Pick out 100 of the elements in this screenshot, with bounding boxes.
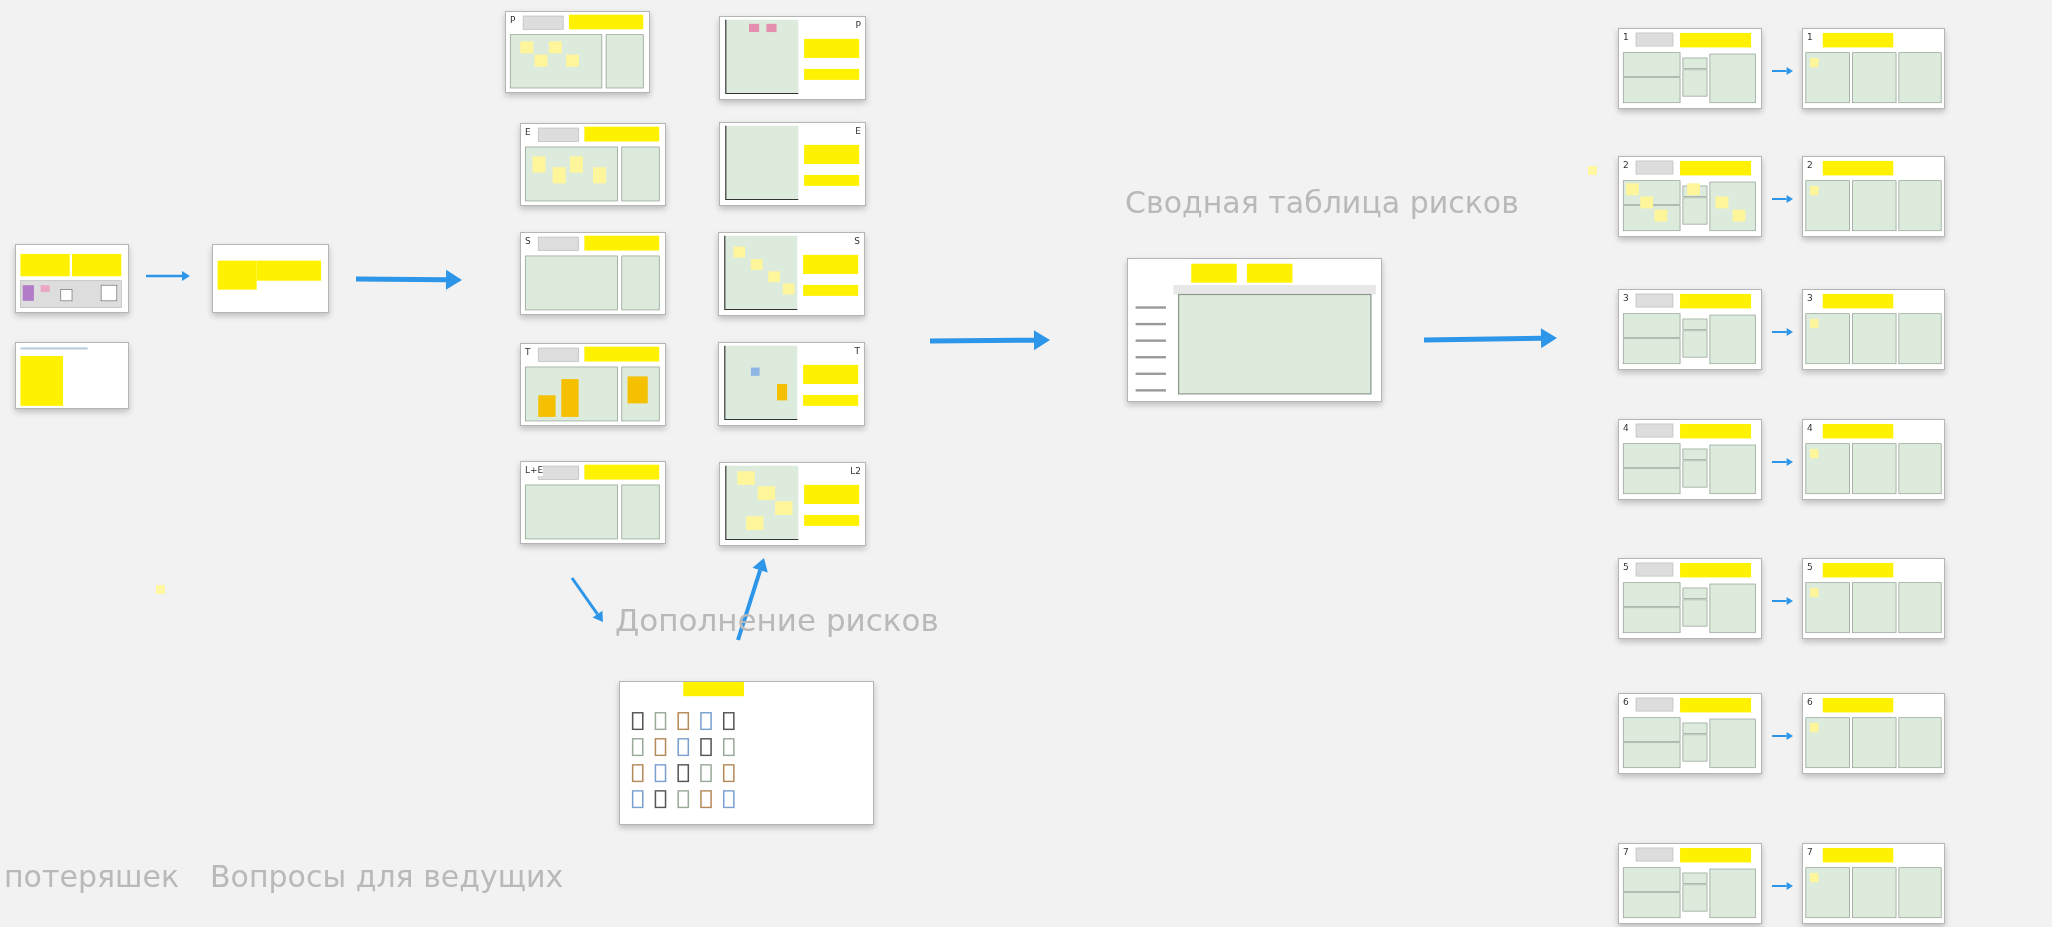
header-box	[522, 15, 564, 30]
sticky-note	[72, 253, 122, 277]
text-line	[1135, 322, 1166, 326]
sticky-note	[804, 144, 860, 164]
arrow	[1771, 328, 1793, 336]
zone-area	[1898, 717, 1942, 769]
risk-icon	[631, 738, 644, 757]
sticky-note	[1810, 57, 1819, 68]
zone-area	[1898, 867, 1942, 919]
risk-icon	[654, 738, 667, 757]
frame-number: L2	[850, 466, 861, 477]
zone-area	[1805, 867, 1850, 919]
frame-number: 7	[1807, 847, 1813, 858]
header-box	[1635, 160, 1674, 175]
sticky-note	[1626, 183, 1639, 196]
zone-area	[1852, 582, 1897, 634]
sticky-note	[1822, 423, 1894, 439]
frame-number: L+E	[525, 465, 544, 476]
sticky-note	[561, 379, 579, 417]
header-box	[537, 347, 579, 362]
zone-area	[1852, 313, 1897, 365]
sticky-note	[593, 167, 606, 184]
risk-icon	[677, 712, 690, 731]
zone-area	[1805, 443, 1850, 495]
sticky-note	[40, 285, 50, 292]
sticky-note	[1822, 697, 1894, 713]
arrow	[1771, 882, 1793, 890]
zone-area	[1898, 180, 1942, 232]
sticky-note	[20, 356, 64, 406]
zone-area	[605, 34, 644, 89]
card-shape	[60, 289, 73, 302]
text-line	[1135, 306, 1166, 309]
sticky-note	[1680, 697, 1752, 713]
header-box	[1635, 847, 1674, 862]
section-title: Сводная таблица рисков	[1125, 186, 1519, 219]
frame-number: 6	[1807, 697, 1813, 708]
text-line	[1135, 339, 1166, 342]
risk-icon	[700, 712, 712, 731]
header-box	[537, 127, 579, 142]
risk-icon	[700, 790, 712, 809]
card-shape	[100, 284, 118, 302]
frame-number: T	[854, 346, 860, 357]
sticky-note	[803, 254, 859, 274]
sticky-note	[1680, 32, 1752, 48]
arrow	[1771, 67, 1793, 75]
header-box	[1635, 293, 1674, 308]
frame-number: P	[510, 15, 516, 26]
sticky-note	[750, 367, 760, 376]
frame-number: T	[525, 347, 531, 358]
header-box	[1635, 697, 1674, 712]
sticky-note	[1822, 32, 1894, 48]
risk-icon	[631, 764, 644, 783]
sticky-note	[22, 285, 34, 301]
sticky-note	[804, 514, 860, 526]
sticky-note	[1810, 185, 1819, 196]
sticky-note	[1810, 587, 1819, 598]
sticky-note	[1810, 448, 1819, 459]
risk-icon	[631, 712, 644, 731]
sticky-note	[1810, 722, 1819, 733]
sticky-note	[782, 283, 795, 295]
sticky-note	[777, 384, 788, 401]
sticky-note	[20, 253, 70, 277]
zone-area	[1852, 717, 1897, 769]
zone-area	[1852, 867, 1897, 919]
risk-icon	[723, 764, 735, 783]
sticky-note	[1680, 160, 1752, 176]
arrow	[1771, 597, 1793, 605]
frame-number: 6	[1623, 697, 1629, 708]
sticky-note	[749, 23, 760, 33]
arrow	[570, 577, 603, 622]
risk-icon	[631, 790, 644, 809]
sticky-note	[775, 501, 793, 515]
sticky-note	[1822, 160, 1894, 176]
sticky-note	[733, 246, 746, 258]
risk-icon	[700, 764, 712, 783]
sticky-note	[1680, 293, 1752, 309]
sticky-note	[538, 395, 556, 417]
sticky-note	[683, 682, 744, 697]
frame-number: S	[525, 236, 531, 247]
header-box	[537, 236, 579, 251]
risk-icon	[677, 764, 690, 783]
sticky-note	[804, 38, 860, 58]
sticky-note	[1191, 263, 1237, 283]
frame-number: 1	[1623, 32, 1629, 43]
text-line	[1135, 372, 1166, 375]
sticky-note	[627, 376, 648, 404]
sticky-note	[804, 484, 860, 504]
sticky-note	[1680, 847, 1752, 863]
text-line	[1135, 356, 1166, 359]
sticky-note	[1822, 562, 1894, 578]
risk-icon	[677, 790, 690, 809]
zone-area	[1898, 443, 1942, 495]
frame-number: 5	[1807, 562, 1813, 573]
frame-number: E	[855, 126, 861, 137]
frame-number: 1	[1807, 32, 1813, 43]
header-box	[1635, 562, 1674, 577]
zone-area	[1805, 717, 1850, 769]
sticky-note	[1680, 562, 1752, 578]
sticky-note	[1822, 847, 1894, 863]
section-title: потеряшек	[4, 860, 180, 893]
